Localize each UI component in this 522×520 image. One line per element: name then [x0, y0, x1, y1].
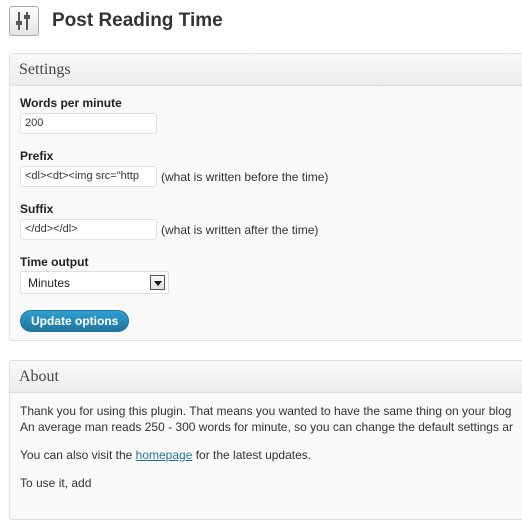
words-per-minute-label: Words per minute	[20, 96, 122, 110]
about-panel-title: About	[10, 361, 522, 393]
update-options-button[interactable]: Update options	[20, 310, 130, 332]
about-line-2: An average man reads 250 - 300 words for…	[20, 420, 513, 434]
time-output-label: Time output	[20, 255, 89, 269]
plugin-settings-icon	[9, 6, 39, 36]
time-output-select[interactable]: Minutes	[20, 271, 169, 294]
suffix-hint: (what is written after the time)	[161, 223, 319, 237]
settings-panel-title: Settings	[10, 54, 522, 86]
settings-panel: Settings Words per minute 200 Prefix <dl…	[9, 53, 522, 341]
about-visit-before: You can also visit the	[20, 448, 136, 462]
about-visit-after: for the latest updates.	[192, 448, 312, 462]
about-line-1: Thank you for using this plugin. That me…	[20, 404, 512, 418]
prefix-hint: (what is written before the time)	[161, 170, 329, 184]
about-panel: About Thank you for using this plugin. T…	[9, 360, 522, 520]
prefix-input[interactable]: <dl><dt><img src="http	[20, 166, 157, 187]
chevron-down-icon[interactable]	[150, 275, 165, 290]
about-visit-line: You can also visit the homepage for the …	[20, 448, 311, 462]
words-per-minute-input[interactable]: 200	[20, 113, 157, 134]
prefix-label: Prefix	[20, 149, 54, 163]
suffix-input[interactable]: </dd></dl>	[20, 219, 157, 240]
about-to-use: To use it, add	[20, 476, 92, 490]
page-title: Post Reading Time	[52, 10, 223, 31]
homepage-link[interactable]: homepage	[136, 448, 193, 462]
suffix-label: Suffix	[20, 202, 54, 216]
time-output-selected-value: Minutes	[28, 276, 71, 290]
